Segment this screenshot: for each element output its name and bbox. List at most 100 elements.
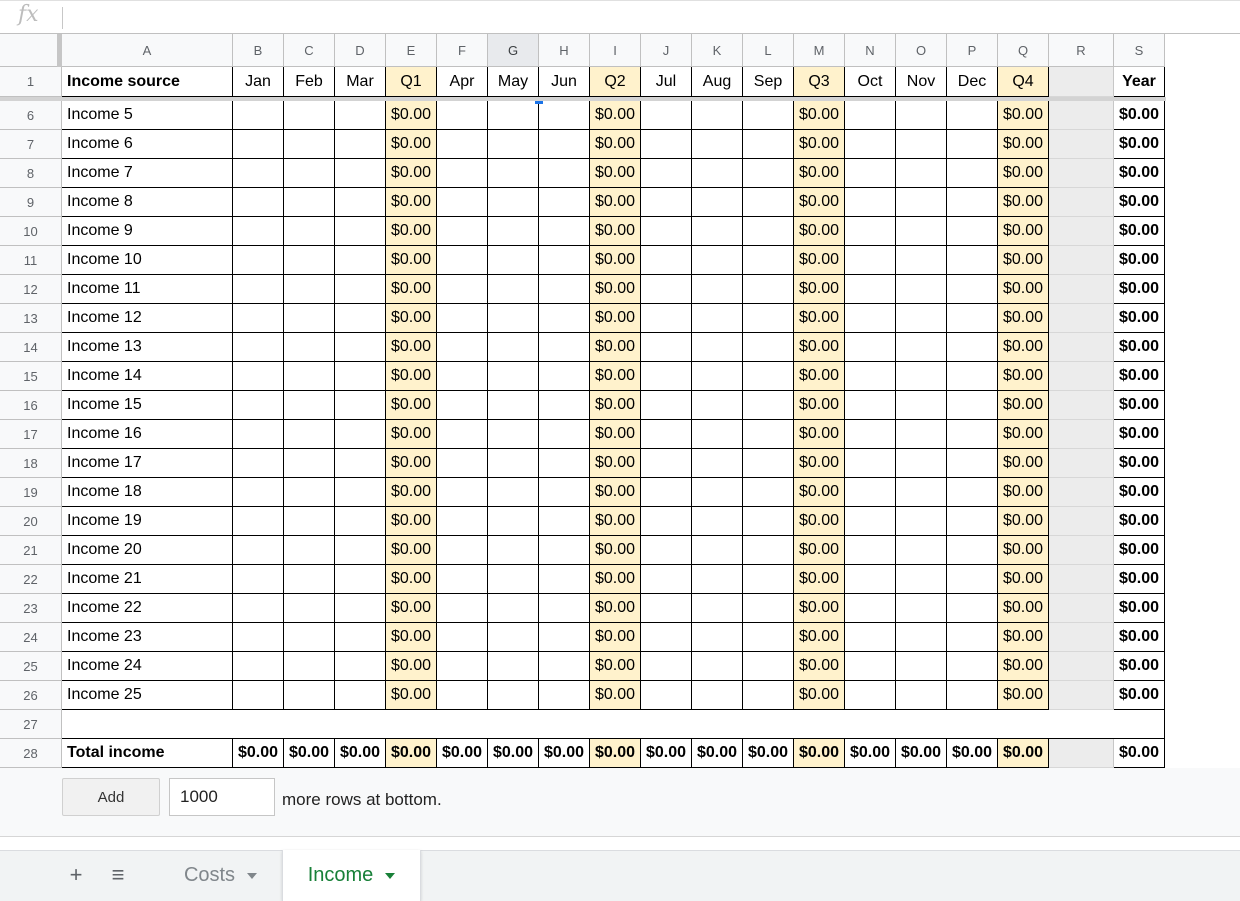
empty-cell[interactable] [692,333,743,362]
empty-cell[interactable] [845,594,896,623]
empty-cell[interactable] [437,565,488,594]
empty-cell[interactable] [335,188,386,217]
empty-cell[interactable] [233,159,284,188]
empty-cell[interactable] [743,565,794,594]
income-label-cell[interactable]: Income 21 [62,565,233,594]
column-label-cell[interactable]: Apr [437,67,488,97]
empty-cell[interactable] [437,536,488,565]
empty-cell[interactable] [335,623,386,652]
empty-cell[interactable] [947,130,998,159]
value-cell[interactable]: $0.00 [794,130,845,159]
empty-cell[interactable] [233,652,284,681]
empty-cell[interactable] [488,246,539,275]
empty-cell[interactable] [1049,333,1114,362]
value-cell[interactable]: $0.00 [1114,536,1165,565]
value-cell[interactable]: $0.00 [998,333,1049,362]
value-cell[interactable]: $0.00 [590,536,641,565]
value-cell[interactable]: $0.00 [794,101,845,130]
row-header[interactable]: 18 [0,449,62,478]
empty-cell[interactable] [1049,681,1114,710]
empty-cell[interactable] [896,565,947,594]
row-header[interactable]: 22 [0,565,62,594]
value-cell[interactable]: $0.00 [386,362,437,391]
empty-cell[interactable] [233,507,284,536]
empty-cell[interactable] [1049,594,1114,623]
column-label-cell[interactable]: Jan [233,67,284,97]
empty-cell[interactable] [896,333,947,362]
empty-cell[interactable] [488,391,539,420]
column-label-cell[interactable]: Nov [896,67,947,97]
row-header[interactable]: 12 [0,275,62,304]
empty-cell[interactable] [692,101,743,130]
empty-cell[interactable] [641,681,692,710]
column-label-cell[interactable]: Sep [743,67,794,97]
value-cell[interactable]: $0.00 [386,507,437,536]
total-value-cell[interactable]: $0.00 [590,739,641,768]
row-header[interactable]: 24 [0,623,62,652]
empty-cell[interactable] [947,391,998,420]
value-cell[interactable]: $0.00 [1114,507,1165,536]
empty-cell[interactable] [692,565,743,594]
empty-cell[interactable] [233,420,284,449]
income-label-cell[interactable]: Income 24 [62,652,233,681]
column-header-c[interactable]: C [284,34,335,67]
empty-cell[interactable] [641,623,692,652]
column-header-p[interactable]: P [947,34,998,67]
total-value-cell[interactable]: $0.00 [896,739,947,768]
empty-cell[interactable] [743,130,794,159]
empty-cell[interactable] [896,101,947,130]
value-cell[interactable]: $0.00 [590,275,641,304]
row-header[interactable]: 11 [0,246,62,275]
empty-cell[interactable] [641,420,692,449]
empty-cell[interactable] [1049,565,1114,594]
empty-cell[interactable] [488,652,539,681]
chevron-down-icon[interactable] [247,872,258,879]
empty-cell[interactable] [845,565,896,594]
empty-cell[interactable] [437,159,488,188]
empty-cell[interactable] [335,420,386,449]
empty-cell[interactable] [641,449,692,478]
empty-cell[interactable] [896,362,947,391]
empty-row-cell[interactable] [62,710,1165,739]
value-cell[interactable]: $0.00 [386,536,437,565]
empty-cell[interactable] [539,420,590,449]
empty-cell[interactable] [743,594,794,623]
empty-cell[interactable] [947,565,998,594]
empty-cell[interactable] [743,188,794,217]
value-cell[interactable]: $0.00 [998,391,1049,420]
value-cell[interactable]: $0.00 [386,275,437,304]
empty-cell[interactable] [488,565,539,594]
empty-cell[interactable] [743,362,794,391]
column-header-k[interactable]: K [692,34,743,67]
empty-cell[interactable] [437,217,488,246]
empty-cell[interactable] [845,362,896,391]
empty-cell[interactable] [845,420,896,449]
empty-cell[interactable] [896,188,947,217]
empty-cell[interactable] [641,130,692,159]
income-label-cell[interactable]: Income 20 [62,536,233,565]
empty-cell[interactable] [233,246,284,275]
empty-cell[interactable] [335,101,386,130]
empty-cell[interactable] [539,217,590,246]
column-label-cell[interactable]: Jul [641,67,692,97]
value-cell[interactable]: $0.00 [1114,275,1165,304]
income-label-cell[interactable]: Income 9 [62,217,233,246]
column-label-cell[interactable]: Q1 [386,67,437,97]
empty-cell[interactable] [488,478,539,507]
value-cell[interactable]: $0.00 [590,304,641,333]
empty-cell[interactable] [692,130,743,159]
empty-cell[interactable] [233,333,284,362]
value-cell[interactable]: $0.00 [998,101,1049,130]
income-label-cell[interactable]: Income 10 [62,246,233,275]
empty-cell[interactable] [947,304,998,333]
empty-cell[interactable] [692,275,743,304]
empty-cell[interactable] [488,217,539,246]
empty-cell[interactable] [692,188,743,217]
empty-cell[interactable] [488,507,539,536]
value-cell[interactable]: $0.00 [386,188,437,217]
empty-cell[interactable] [284,101,335,130]
empty-cell[interactable] [233,304,284,333]
empty-cell[interactable] [437,275,488,304]
empty-cell[interactable] [284,246,335,275]
value-cell[interactable]: $0.00 [794,594,845,623]
